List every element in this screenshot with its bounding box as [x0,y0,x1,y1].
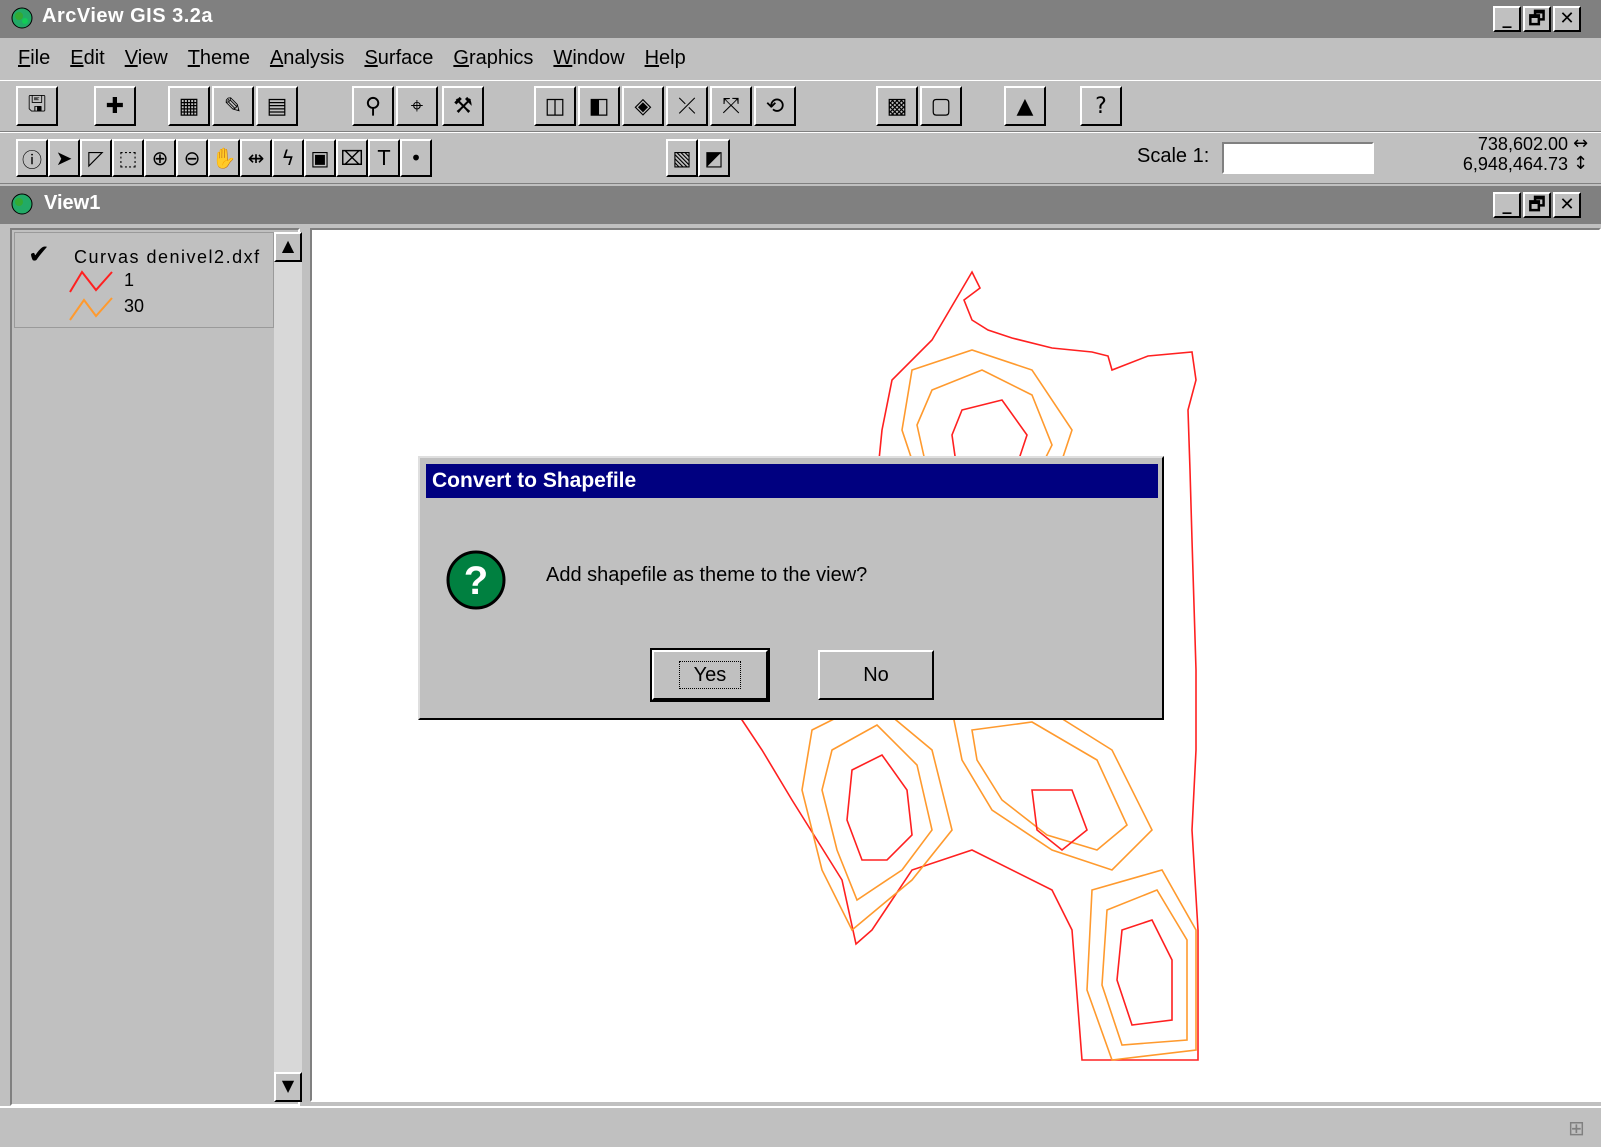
button-bar: 🖫 ✚ ▦ ✎ ▤ ⚲ ⌖ ⚒ ◫ ◧ ◈ ⤫ ⤧ ⟲ ▩ ▢ ▲ ? [0,80,1601,132]
legend-line-30 [69,297,113,321]
hillshade-icon[interactable]: ◩ [698,139,730,177]
scale-label: Scale 1: [1137,145,1210,167]
contour-ring-6 [846,753,913,861]
scale-input[interactable] [1222,142,1374,174]
add-theme-icon[interactable]: ✚ [94,86,136,126]
zoom-active-themes-icon[interactable]: ◧ [578,86,620,126]
yes-button[interactable]: Yes [650,648,770,702]
scroll-up-button[interactable]: ▲ [274,232,302,262]
measure-icon[interactable]: ⇹ [240,139,272,177]
menu-help[interactable]: Help [645,47,686,70]
menu-edit[interactable]: Edit [70,47,104,70]
locate-address-icon[interactable]: ⌖ [396,86,438,126]
maximize-button[interactable]: 🗗 [1523,6,1551,32]
view-title: View1 [44,192,101,214]
yes-button-label: Yes [678,661,742,689]
menu-file[interactable]: File [18,47,50,70]
contour-ring-11 [1101,889,1188,1046]
status-bar: ⊞ [0,1106,1601,1147]
view-title-bar[interactable]: View1 _ 🗗 ✕ [0,186,1601,224]
text-icon[interactable]: T [368,139,400,177]
zoom-in-fixed-icon[interactable]: ⤫ [666,86,708,126]
label-icon[interactable]: ⌧ [336,139,368,177]
contour-ring-9 [1031,789,1088,852]
dialog-message: Add shapefile as theme to the view? [546,564,868,586]
x-coordinate: 738,602.00 [1477,134,1568,154]
query-builder-icon[interactable]: ⚒ [442,86,484,126]
theme-properties-icon[interactable]: ▦ [168,86,210,126]
menu-graphics[interactable]: Graphics [453,47,533,70]
contour-ring-4 [801,699,953,932]
view-minimize-button[interactable]: _ [1493,192,1521,218]
select-feature-icon[interactable]: ⬚ [112,139,144,177]
contour-ring-12 [1116,919,1173,1026]
zoom-in-icon[interactable]: ⊕ [144,139,176,177]
app-title: ArcView GIS 3.2a [42,5,214,27]
contour-icon[interactable]: ▧ [666,139,698,177]
menu-view[interactable]: View [125,47,168,70]
arcview-globe-icon [11,7,33,29]
minimize-button[interactable]: _ [1493,6,1521,32]
menu-analysis[interactable]: Analysis [270,47,344,70]
hotlink-icon[interactable]: ϟ [272,139,304,177]
view-window-controls: _ 🗗 ✕ [1493,192,1581,218]
coordinate-readout: 738,602.00 6,948,464.73 [1408,134,1568,174]
legend-line-1 [69,270,113,293]
legend-label-1: 1 [124,270,135,290]
no-button[interactable]: No [818,650,934,700]
menu-theme[interactable]: Theme [188,47,250,70]
app-title-bar[interactable]: ArcView GIS 3.2a _ 🗗 ✕ [0,0,1601,38]
save-icon[interactable]: 🖫 [16,86,58,126]
convert-shapefile-dialog: Convert to Shapefile ? Add shapefile as … [418,456,1164,720]
y-coordinate: 6,948,464.73 [1462,154,1568,174]
horizontal-arrow-icon: ↔ [1573,133,1589,154]
zoom-full-extent-icon[interactable]: ◫ [534,86,576,126]
contour-ring-7 [951,699,1153,871]
open-table-icon[interactable]: ▤ [256,86,298,126]
select-by-theme-icon[interactable]: ▩ [876,86,918,126]
create-chart-icon[interactable]: ▲ [1004,86,1046,126]
legend-label-30: 30 [124,296,145,316]
menu-window[interactable]: Window [553,47,624,70]
zoom-out-icon[interactable]: ⊖ [176,139,208,177]
close-button[interactable]: ✕ [1553,6,1581,32]
help-cursor-icon[interactable]: ? [1080,86,1122,126]
view-maximize-button[interactable]: 🗗 [1523,192,1551,218]
toc-scrollbar[interactable]: ▲ ▼ [274,232,302,1102]
zoom-selected-icon[interactable]: ◈ [622,86,664,126]
contour-ring-8 [971,721,1128,851]
draw-point-icon[interactable]: • [400,139,432,177]
view-globe-icon [11,193,33,215]
clear-selected-icon[interactable]: ▢ [920,86,962,126]
pan-icon[interactable]: ✋ [208,139,240,177]
identify-icon[interactable]: ⓘ [16,139,48,177]
vertical-arrow-icon: ↕ [1573,153,1589,174]
vertex-edit-icon[interactable]: ◸ [80,139,112,177]
app-window-controls: _ 🗗 ✕ [1493,6,1581,32]
table-of-contents [10,228,300,1106]
question-icon: ? [446,550,506,610]
zoom-previous-icon[interactable]: ⟲ [754,86,796,126]
legend-symbols [69,270,113,321]
menu-surface[interactable]: Surface [364,47,433,70]
theme-visibility-checkbox[interactable]: ✔ [28,240,50,270]
pointer-icon[interactable]: ➤ [48,139,80,177]
svg-text:?: ? [464,559,488,603]
coordinate-arrows: ↔ ↕ [1573,134,1588,174]
area-of-interest-icon[interactable]: ▣ [304,139,336,177]
menu-bar: File Edit View Theme Analysis Surface Gr… [0,38,1601,78]
view-close-button[interactable]: ✕ [1553,192,1581,218]
resize-grip-icon[interactable]: ⊞ [1568,1116,1585,1140]
scroll-down-button[interactable]: ▼ [274,1072,302,1102]
edit-legend-icon[interactable]: ✎ [212,86,254,126]
zoom-out-fixed-icon[interactable]: ⤧ [710,86,752,126]
theme-name: Curvas denivel2.dxf [74,247,261,267]
dialog-title[interactable]: Convert to Shapefile [426,464,1158,498]
find-icon[interactable]: ⚲ [352,86,394,126]
